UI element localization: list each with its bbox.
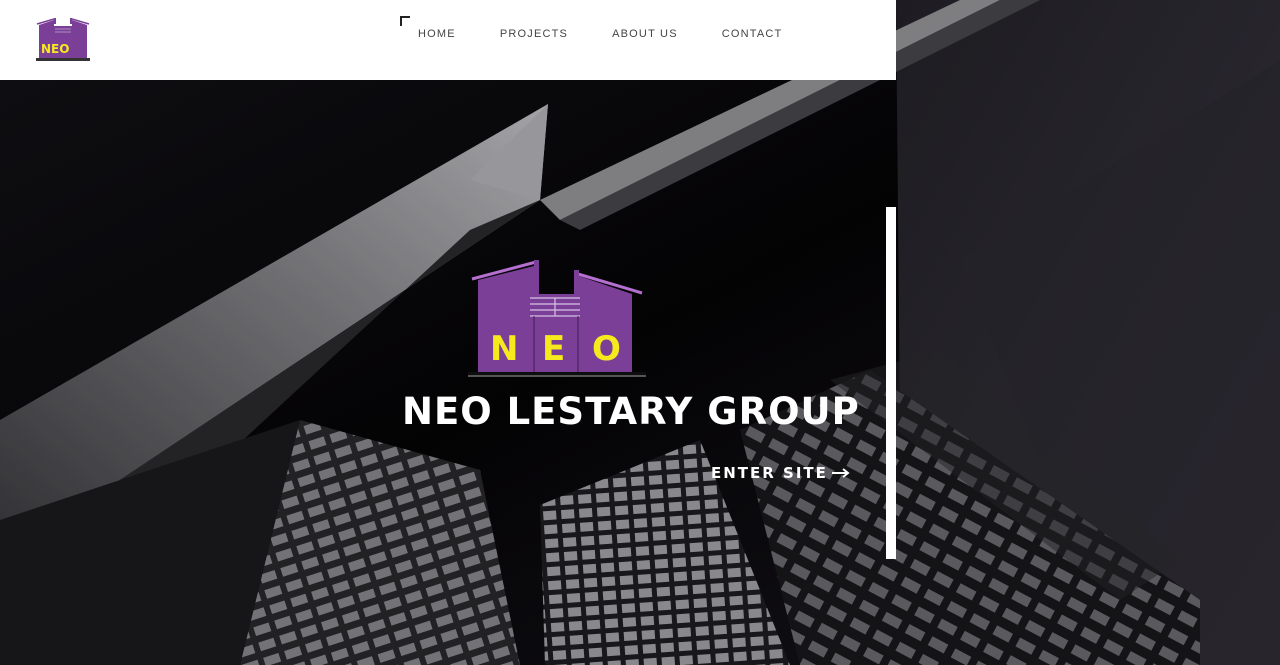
hero-title: NEO LESTARY GROUP bbox=[402, 390, 860, 433]
svg-text:N: N bbox=[490, 329, 518, 369]
nav-item-home[interactable]: HOME bbox=[418, 28, 456, 40]
neo-logo-icon: N E O bbox=[468, 260, 646, 377]
nav-item-projects[interactable]: PROJECTS bbox=[500, 28, 568, 40]
enter-site-label: ENTER SITE bbox=[711, 464, 828, 482]
svg-text:E: E bbox=[542, 329, 565, 369]
enter-site-button[interactable]: ENTER SITE bbox=[711, 464, 850, 482]
site-header: NEO HOME PROJECTS ABOUT US CONTACT bbox=[0, 0, 896, 80]
svg-text:NEO: NEO bbox=[41, 42, 69, 56]
hero-logo: N E O bbox=[468, 258, 646, 386]
header-logo[interactable]: NEO bbox=[34, 16, 92, 62]
corner-mark bbox=[400, 16, 410, 26]
nav-item-contact[interactable]: CONTACT bbox=[722, 28, 783, 40]
vertical-divider bbox=[886, 207, 896, 559]
arrow-right-icon bbox=[831, 468, 850, 478]
neo-logo-icon: NEO bbox=[36, 18, 90, 61]
nav-item-about-us[interactable]: ABOUT US bbox=[612, 28, 678, 40]
main-nav: HOME PROJECTS ABOUT US CONTACT bbox=[418, 28, 826, 40]
svg-text:O: O bbox=[592, 329, 621, 369]
